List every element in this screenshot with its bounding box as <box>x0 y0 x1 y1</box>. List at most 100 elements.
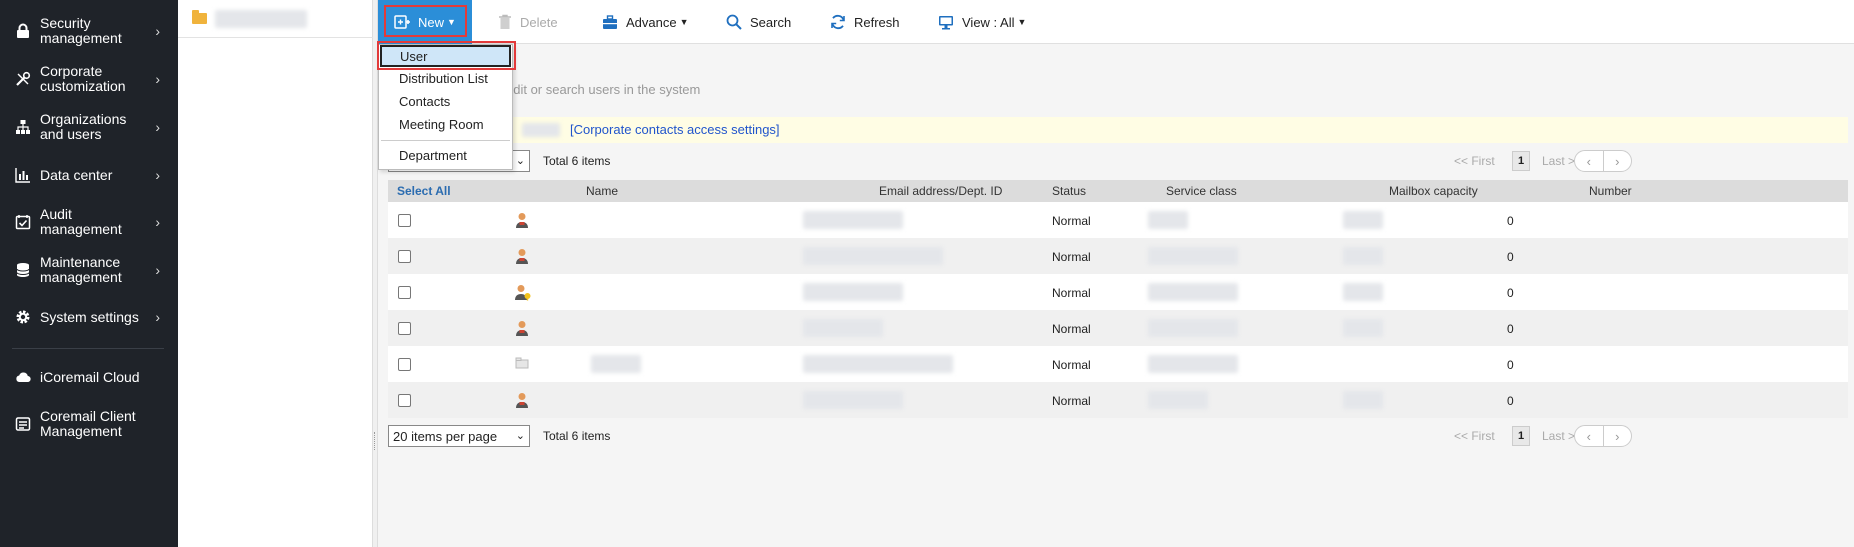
redacted-mailbox-capacity <box>1343 211 1383 229</box>
prev-page-button[interactable]: ‹ <box>1575 151 1603 171</box>
users-table: Select All Name Email address/Dept. ID S… <box>388 180 1848 418</box>
search-button-label: Search <box>750 14 792 30</box>
select-all-link[interactable]: Select All <box>397 184 451 198</box>
row-checkbox[interactable] <box>398 286 411 299</box>
briefcase-icon <box>602 14 618 30</box>
caret-down-icon: ▼ <box>1017 17 1027 27</box>
table-row[interactable]: Normal 0 <box>388 346 1848 382</box>
sidebar-item-label: Maintenance management <box>40 254 122 285</box>
notice-bar: [Corporate contacts access settings] <box>388 117 1848 143</box>
redacted-mailbox-capacity <box>1343 391 1383 409</box>
sidebar-item-label: System settings <box>40 308 139 325</box>
user-icon <box>515 248 529 268</box>
sidebar-item-system-settings[interactable]: System settings › <box>0 308 178 326</box>
tools-icon <box>12 71 34 87</box>
redacted-service-class <box>1148 319 1238 337</box>
sidebar-item-label: Data center <box>40 166 113 183</box>
table-row[interactable]: Normal 0 <box>388 202 1848 238</box>
current-page[interactable]: 1 <box>1512 151 1530 171</box>
row-status: Normal <box>1052 322 1091 336</box>
menu-separator <box>381 140 510 141</box>
view-filter-button[interactable]: View : All ▼ <box>938 0 1026 44</box>
view-filter-label: View : All <box>962 14 1015 30</box>
refresh-button[interactable]: Refresh <box>830 0 900 44</box>
row-checkbox[interactable] <box>398 214 411 227</box>
column-header-email[interactable]: Email address/Dept. ID <box>879 184 1002 198</box>
redacted-org-name <box>215 9 307 28</box>
chevron-right-icon: › <box>155 309 160 325</box>
menu-item-contacts[interactable]: Contacts <box>379 90 512 112</box>
first-page-link[interactable]: << First <box>1454 429 1495 443</box>
user-icon <box>515 320 529 340</box>
cloud-icon <box>12 371 34 383</box>
delete-button-label: Delete <box>520 14 558 30</box>
redacted-service-class <box>1148 211 1188 229</box>
row-checkbox[interactable] <box>398 394 411 407</box>
sidebar-item-security-management[interactable]: Security management › <box>0 14 178 48</box>
folder-icon <box>192 10 207 24</box>
column-header-name[interactable]: Name <box>586 184 618 198</box>
redacted-service-class <box>1148 355 1238 373</box>
sidebar-divider <box>12 348 164 349</box>
table-body: Normal 0 Normal 0 Normal 0 Normal 0 Norm… <box>388 202 1848 418</box>
refresh-icon <box>830 14 846 30</box>
monitor-icon <box>938 15 954 30</box>
prev-page-button[interactable]: ‹ <box>1575 426 1603 446</box>
sidebar-item-audit-management[interactable]: Audit management › <box>0 205 178 239</box>
current-page[interactable]: 1 <box>1512 426 1530 446</box>
advance-button[interactable]: Advance ▼ <box>602 0 689 44</box>
table-row[interactable]: Normal 0 <box>388 310 1848 346</box>
next-page-button[interactable]: › <box>1602 426 1632 446</box>
redacted-email <box>803 247 943 265</box>
column-header-status[interactable]: Status <box>1052 184 1086 198</box>
admin-user-icon <box>515 284 531 304</box>
next-page-button[interactable]: › <box>1602 151 1632 171</box>
main-content: New ▼ Delete Advance ▼ Search Refresh Vi… <box>377 0 1854 547</box>
sidebar-item-corporate-customization[interactable]: Corporate customization › <box>0 62 178 96</box>
chevron-right-icon: › <box>155 214 160 230</box>
column-header-service-class[interactable]: Service class <box>1166 184 1237 198</box>
sidebar-item-label: Corporate customization <box>40 63 126 94</box>
table-row[interactable]: Normal 0 <box>388 274 1848 310</box>
tree-root-node[interactable] <box>178 0 373 38</box>
sidebar-item-data-center[interactable]: Data center › <box>0 158 178 192</box>
delete-button[interactable]: Delete <box>498 0 558 44</box>
column-header-number[interactable]: Number <box>1589 184 1632 198</box>
row-status: Normal <box>1052 358 1091 372</box>
new-dropdown-menu: User Distribution List Contacts Meeting … <box>377 41 516 170</box>
first-page-link[interactable]: << First <box>1454 154 1495 168</box>
search-button[interactable]: Search <box>726 0 791 44</box>
row-status: Normal <box>1052 394 1091 408</box>
sidebar-item-organizations-and-users[interactable]: Organizations and users › <box>0 110 178 144</box>
bar-chart-icon <box>12 167 34 183</box>
column-header-mailbox-capacity[interactable]: Mailbox capacity <box>1389 184 1478 198</box>
highlight-frame <box>384 5 467 37</box>
menu-item-distribution-list[interactable]: Distribution List <box>379 67 512 89</box>
sidebar-item-coremail-client-management[interactable]: Coremail Client Management <box>0 407 178 441</box>
row-number: 0 <box>1507 250 1514 264</box>
row-checkbox[interactable] <box>398 322 411 335</box>
page-nav-arrows: ‹ › <box>1574 425 1632 447</box>
redacted-email <box>803 283 903 301</box>
corporate-contacts-settings-link[interactable]: [Corporate contacts access settings] <box>570 122 780 137</box>
table-row[interactable]: Normal 0 <box>388 382 1848 418</box>
table-row[interactable]: Normal 0 <box>388 238 1848 274</box>
sidebar-item-maintenance-management[interactable]: Maintenance management › <box>0 253 178 287</box>
menu-item-user[interactable]: User <box>380 45 511 67</box>
redacted-service-class <box>1148 283 1238 301</box>
items-per-page-select[interactable]: 20 items per page ⌄ <box>388 425 530 447</box>
user-icon <box>515 212 529 232</box>
row-checkbox[interactable] <box>398 250 411 263</box>
menu-item-department[interactable]: Department <box>379 144 512 166</box>
sidebar-item-icoremail-cloud[interactable]: iCoremail Cloud <box>0 368 178 386</box>
splitter-grip[interactable] <box>374 432 376 450</box>
redacted-notice-text <box>522 123 560 137</box>
row-checkbox[interactable] <box>398 358 411 371</box>
department-icon <box>515 356 529 373</box>
new-button[interactable]: New ▼ <box>378 0 472 44</box>
row-number: 0 <box>1507 322 1514 336</box>
org-tree-panel <box>178 0 373 547</box>
redacted-mailbox-capacity <box>1343 283 1383 301</box>
menu-item-meeting-room[interactable]: Meeting Room <box>379 113 512 135</box>
sidebar-item-label: Organizations and users <box>40 111 127 142</box>
